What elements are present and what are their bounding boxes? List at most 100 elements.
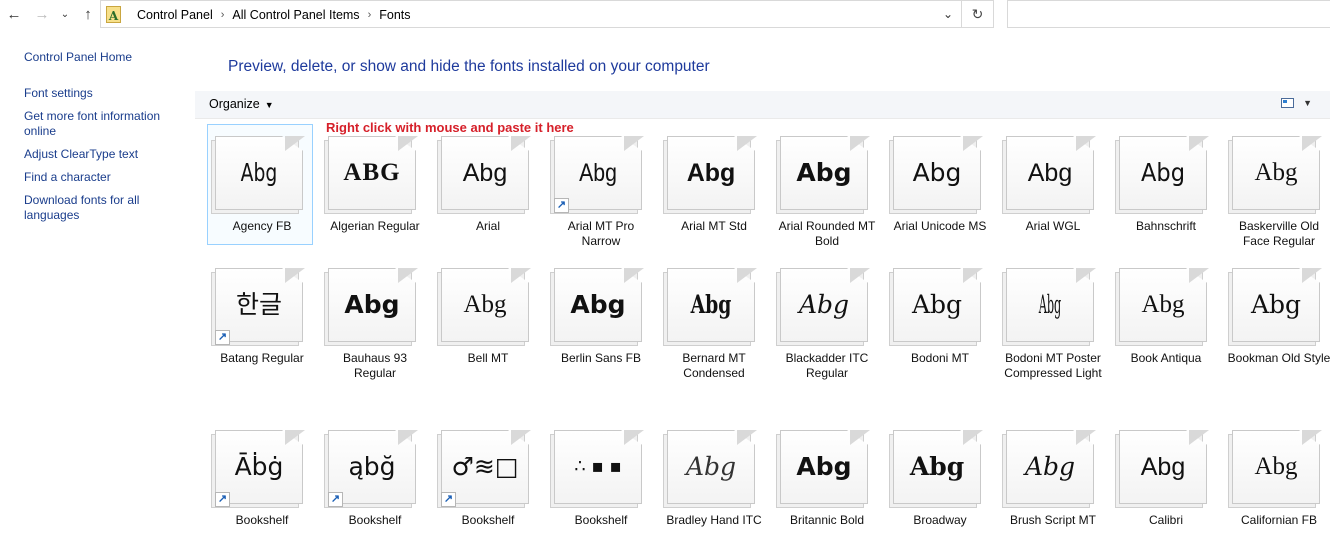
address-field[interactable]: A Control Panel › All Control Panel Item… bbox=[100, 0, 962, 28]
font-name: Agency FB bbox=[232, 219, 292, 233]
font-file-icon: Abg bbox=[1002, 430, 1096, 508]
font-item[interactable]: Abg Blackadder ITC Regular bbox=[774, 260, 880, 380]
font-sample: Abg bbox=[909, 452, 965, 481]
link-find-character[interactable]: Find a character bbox=[24, 170, 184, 185]
font-item[interactable]: Abg Bradley Hand ITC bbox=[661, 422, 767, 542]
font-name: Bauhaus 93 Regular bbox=[342, 351, 408, 380]
font-item[interactable]: Abg Baskerville Old Face Regular bbox=[1226, 128, 1330, 248]
font-item[interactable]: ∴ ▪ ▪ Bookshelf bbox=[548, 422, 654, 542]
shortcut-arrow-icon: ↗ bbox=[215, 492, 230, 507]
recent-locations-button[interactable]: ⌄ bbox=[57, 3, 73, 25]
chevron-right-icon[interactable]: › bbox=[366, 9, 374, 21]
font-file-icon: ∴ ▪ ▪ bbox=[550, 430, 644, 508]
breadcrumb-all-items[interactable]: All Control Panel Items bbox=[226, 8, 365, 22]
font-file-icon: Abg bbox=[663, 430, 757, 508]
link-adjust-cleartype[interactable]: Adjust ClearType text bbox=[24, 147, 184, 162]
font-sample: Abg bbox=[570, 290, 626, 319]
font-item[interactable]: Abg Berlin Sans FB bbox=[548, 260, 654, 380]
font-name: Broadway bbox=[913, 513, 967, 527]
chevron-down-icon[interactable]: ⌄ bbox=[943, 7, 953, 21]
back-button[interactable]: ← bbox=[3, 3, 25, 25]
font-sample: Abg bbox=[579, 159, 617, 187]
organize-button[interactable]: Organize ▼ bbox=[209, 97, 274, 111]
link-font-settings[interactable]: Font settings bbox=[24, 86, 184, 101]
view-options-icon[interactable] bbox=[1281, 98, 1294, 108]
font-item[interactable]: Abg Californian FB bbox=[1226, 422, 1330, 542]
font-name: Bahnschrift bbox=[1135, 219, 1197, 233]
font-item[interactable]: Abg Book Antiqua bbox=[1113, 260, 1219, 380]
font-item[interactable]: Abg Bell MT bbox=[435, 260, 541, 380]
font-file-icon: Abg bbox=[889, 268, 983, 346]
font-item[interactable]: ♂≋□ ↗ Bookshelf bbox=[435, 422, 541, 542]
font-name: Britannic Bold bbox=[789, 513, 865, 527]
font-item[interactable]: Abg Brush Script MT bbox=[1000, 422, 1106, 542]
font-file-icon: Abg bbox=[1115, 430, 1209, 508]
font-sample: Abg bbox=[1027, 159, 1073, 187]
font-name: Calibri bbox=[1148, 513, 1183, 527]
font-item[interactable]: 한글 ↗ Batang Regular bbox=[209, 260, 315, 380]
font-sample: 한글 bbox=[235, 290, 282, 319]
font-item[interactable]: Āḃġ ↗ Bookshelf bbox=[209, 422, 315, 542]
font-item[interactable]: Abg Arial Rounded MT Bold bbox=[774, 128, 880, 248]
breadcrumb-control-panel[interactable]: Control Panel bbox=[131, 8, 219, 22]
chevron-right-icon[interactable]: › bbox=[219, 9, 227, 21]
address-bar-row: ← → ⌄ ↑ A Control Panel › All Control Pa… bbox=[0, 0, 1330, 30]
up-button[interactable]: ↑ bbox=[77, 3, 99, 25]
font-file-icon: Abg bbox=[437, 268, 531, 346]
font-item[interactable]: Abg Bodoni MT bbox=[887, 260, 993, 380]
font-item[interactable]: ABG Algerian Regular bbox=[322, 128, 428, 248]
font-sample: ąbğ bbox=[348, 452, 396, 481]
font-sample: Abg bbox=[1141, 291, 1185, 318]
font-item[interactable]: Abg Bernard MT Condensed bbox=[661, 260, 767, 380]
search-input[interactable] bbox=[1007, 0, 1330, 28]
font-item[interactable]: Abg Agency FB bbox=[207, 124, 315, 248]
font-item[interactable]: Abg Bauhaus 93 Regular bbox=[322, 260, 428, 380]
breadcrumb: Control Panel › All Control Panel Items … bbox=[131, 1, 417, 29]
font-file-icon: Abg bbox=[776, 430, 870, 508]
font-item[interactable]: Abg Arial MT Std bbox=[661, 128, 767, 248]
refresh-button[interactable]: ↻ bbox=[962, 0, 994, 28]
font-sample: Abg bbox=[463, 291, 507, 318]
link-more-font-info[interactable]: Get more font information online bbox=[24, 109, 184, 139]
font-item[interactable]: Abg ↗ Arial MT Pro Narrow bbox=[548, 128, 654, 248]
font-file-icon: Abg bbox=[663, 268, 757, 346]
page-title: Preview, delete, or show and hide the fo… bbox=[228, 58, 710, 75]
font-item[interactable]: ąbğ ↗ Bookshelf bbox=[322, 422, 428, 542]
font-name: Bodoni MT Poster Compressed Light bbox=[1004, 351, 1102, 380]
shortcut-arrow-icon: ↗ bbox=[441, 492, 456, 507]
shortcut-arrow-icon: ↗ bbox=[328, 492, 343, 507]
breadcrumb-fonts[interactable]: Fonts bbox=[373, 8, 416, 22]
font-sample: Abg bbox=[1254, 453, 1298, 480]
font-name: Blackadder ITC Regular bbox=[785, 351, 869, 380]
font-item[interactable]: Abg Arial WGL bbox=[1000, 128, 1106, 248]
font-item[interactable]: Abg Arial bbox=[435, 128, 541, 248]
font-item[interactable]: Abg Bahnschrift bbox=[1113, 128, 1219, 248]
font-item[interactable]: Abg Calibri bbox=[1113, 422, 1219, 542]
organize-label: Organize bbox=[209, 97, 260, 111]
caret-down-icon: ▼ bbox=[264, 100, 274, 110]
font-item[interactable]: Abg Bookman Old Style bbox=[1226, 260, 1330, 380]
font-file-icon: Abg bbox=[1115, 136, 1209, 214]
font-sample: Abg bbox=[798, 290, 850, 319]
font-sample: ♂≋□ bbox=[451, 452, 519, 481]
font-sample: ABG bbox=[343, 159, 401, 186]
font-item[interactable]: Abg Broadway bbox=[887, 422, 993, 542]
font-name: Arial bbox=[475, 219, 500, 233]
left-pane: Control Panel Home Font settings Get mor… bbox=[0, 30, 195, 537]
caret-down-icon[interactable]: ▼ bbox=[1303, 98, 1312, 108]
font-sample: Abg bbox=[685, 452, 737, 481]
link-control-panel-home[interactable]: Control Panel Home bbox=[24, 50, 184, 65]
font-sample: Abg bbox=[912, 158, 962, 187]
font-file-icon: Abg bbox=[663, 136, 757, 214]
link-download-fonts[interactable]: Download fonts for all languages bbox=[24, 193, 184, 223]
font-sample: Abg bbox=[686, 159, 736, 187]
forward-button[interactable]: → bbox=[31, 3, 53, 25]
font-item[interactable]: Abg Bodoni MT Poster Compressed Light bbox=[1000, 260, 1106, 380]
font-file-icon: Abg bbox=[1228, 268, 1322, 346]
font-name: Berlin Sans FB bbox=[560, 351, 642, 365]
font-item[interactable]: Abg Britannic Bold bbox=[774, 422, 880, 542]
chevron-down-icon: ⌄ bbox=[60, 8, 70, 20]
font-name: Bradley Hand ITC bbox=[666, 513, 762, 527]
fonts-folder-icon: A bbox=[106, 6, 121, 23]
font-item[interactable]: Abg Arial Unicode MS bbox=[887, 128, 993, 248]
